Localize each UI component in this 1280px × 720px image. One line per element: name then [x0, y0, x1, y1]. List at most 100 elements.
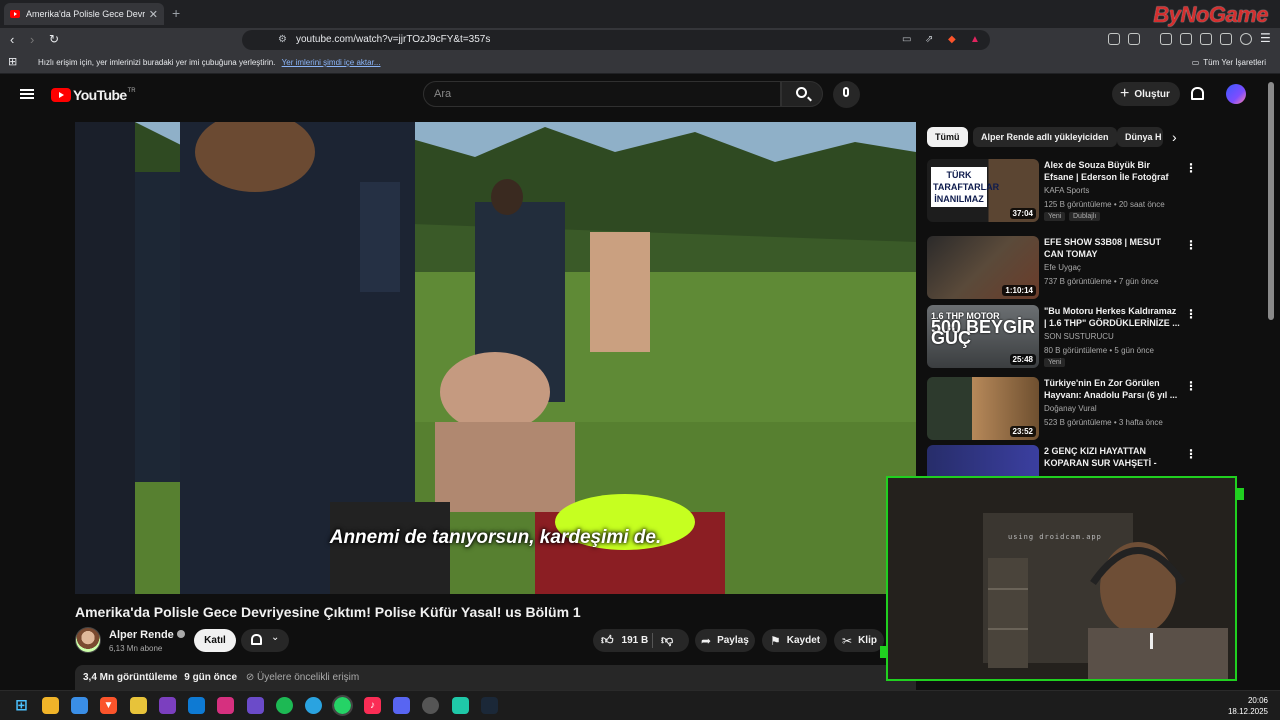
vscode-icon[interactable]	[188, 697, 205, 714]
url-text[interactable]: youtube.com/watch?v=jjrTOzJ9cFY&t=357s	[296, 34, 490, 45]
voice-search-button[interactable]	[833, 81, 860, 108]
clip-button[interactable]: ✂ Klip	[834, 629, 884, 652]
whatsapp-icon[interactable]	[332, 695, 353, 716]
music-icon[interactable]: ♪	[364, 697, 381, 714]
share-page-icon[interactable]: ⇗	[925, 34, 933, 45]
search-button[interactable]	[781, 81, 823, 107]
back-icon[interactable]: ‹	[10, 32, 14, 47]
webcam-overlay[interactable]: using droidcam.app	[886, 476, 1237, 681]
video-frame	[75, 122, 916, 594]
brave-shield-icon[interactable]: ◆	[948, 34, 956, 45]
tab-close-icon[interactable]: ✕	[149, 8, 158, 21]
chip-world[interactable]: Dünya H	[1117, 127, 1163, 147]
new-tab-button[interactable]: +	[172, 5, 180, 21]
media-icon[interactable]	[1160, 33, 1172, 45]
share-button[interactable]: ➦ Paylaş	[695, 629, 755, 652]
feather-app-icon[interactable]	[247, 697, 264, 714]
video-player[interactable]: Annemi de tanıyorsun, kardeşimi de.	[75, 122, 916, 594]
video-thumbnail[interactable]: 1.6 THP MOTOR 500 BEYGİR GÜÇ 25:48	[927, 305, 1039, 368]
chevron-right-icon[interactable]: ›	[1172, 129, 1177, 145]
sidebar-icon[interactable]	[1180, 33, 1192, 45]
apps-grid-icon[interactable]: ⊞	[8, 55, 17, 68]
recommendation-channel[interactable]: Doğanay Vural	[1044, 404, 1097, 413]
steam-icon[interactable]	[481, 697, 498, 714]
chip-all[interactable]: Tümü	[927, 127, 968, 147]
search-box[interactable]	[423, 81, 781, 107]
windows-start-icon[interactable]: ⊞	[13, 697, 30, 714]
more-options-icon[interactable]: ⋮	[1185, 307, 1197, 321]
channel-avatar[interactable]	[75, 627, 101, 653]
brave-rewards-icon[interactable]: ▲	[970, 34, 980, 45]
extensions-icon[interactable]	[1108, 33, 1120, 45]
forward-icon[interactable]: ›	[30, 32, 34, 47]
cast-icon[interactable]: ▭	[902, 34, 911, 45]
recommendation-title[interactable]: Alex de Souza Büyük Bir Efsane | Ederson…	[1044, 159, 1180, 183]
members-early-access: ⊘ Üyelere öncelikli erişim	[245, 672, 360, 683]
channel-name[interactable]: Alper Rende	[109, 629, 185, 641]
telegram-icon[interactable]	[305, 697, 322, 714]
scissors-icon: ✂	[842, 633, 853, 648]
visual-studio-icon[interactable]	[159, 697, 176, 714]
recommendation-item[interactable]: 1.6 THP MOTOR 500 BEYGİR GÜÇ 25:48 "Bu M…	[927, 305, 1197, 371]
ai-assistant-icon[interactable]	[1220, 33, 1232, 45]
recommendation-title[interactable]: EFE SHOW S3B08 | MESUT CAN TOMAY	[1044, 236, 1180, 260]
resize-handle[interactable]	[880, 646, 887, 658]
reload-icon[interactable]: ↻	[49, 32, 59, 46]
more-options-icon[interactable]: ⋮	[1185, 161, 1197, 175]
browser-menu-icon[interactable]: ☰	[1260, 31, 1271, 45]
site-info-icon[interactable]: ⚙	[278, 34, 287, 45]
video-thumbnail[interactable]: 1:10:14	[927, 236, 1039, 299]
photos-icon[interactable]	[71, 697, 88, 714]
save-label: Kaydet	[786, 635, 821, 646]
notifications-bell-icon[interactable]	[1191, 87, 1204, 100]
recommendation-meta: 523 B görüntüleme • 3 hafta önce	[1044, 418, 1163, 427]
create-button[interactable]: + Oluştur	[1112, 82, 1180, 106]
wallet-icon[interactable]	[1128, 33, 1140, 45]
system-clock[interactable]: 20:06 18.12.2025	[1228, 695, 1268, 717]
search-input[interactable]	[434, 88, 764, 100]
maps-icon[interactable]	[422, 697, 439, 714]
search-icon	[796, 87, 807, 98]
subscription-bell-button[interactable]: ⌄	[241, 629, 289, 652]
more-options-icon[interactable]: ⋮	[1185, 447, 1197, 461]
recommendation-title[interactable]: 2 GENÇ KIZI HAYATTAN KOPARAN SUR VAHŞETİ…	[1044, 445, 1180, 469]
resize-handle[interactable]	[1237, 488, 1244, 500]
spotify-icon[interactable]	[276, 697, 293, 714]
reading-list-icon[interactable]	[1200, 33, 1212, 45]
recommendation-title[interactable]: Türkiye'nin En Zor Görülen Hayvanı: Anad…	[1044, 377, 1180, 401]
recommendation-item[interactable]: 1:10:14 EFE SHOW S3B08 | MESUT CAN TOMAY…	[927, 236, 1197, 302]
discord-icon[interactable]	[393, 697, 410, 714]
more-options-icon[interactable]: ⋮	[1185, 379, 1197, 393]
page-scrollbar[interactable]	[1268, 82, 1274, 320]
like-button[interactable]: 👍︎ 191 B	[593, 633, 653, 648]
save-button[interactable]: ⚑ Kaydet	[762, 629, 827, 652]
all-bookmarks-button[interactable]: ▭ Tüm Yer İşaretleri	[1192, 58, 1266, 67]
recommendation-item[interactable]: TÜRK TARAFTARLAR İNANILMAZ 37:04 Alex de…	[927, 159, 1197, 225]
youtube-logo[interactable]: YouTube TR	[51, 87, 136, 103]
import-bookmarks-link[interactable]: Yer imlerini şimdi içe aktar...	[282, 58, 381, 67]
description-box[interactable]: 3,4 Mn görüntüleme 9 gün önce ⊘ Üyelere …	[75, 665, 916, 690]
chip-from-uploader[interactable]: Alper Rende adlı yükleyiciden	[973, 127, 1117, 147]
more-options-icon[interactable]: ⋮	[1185, 238, 1197, 252]
recommendation-item[interactable]: 23:52 Türkiye'nin En Zor Görülen Hayvanı…	[927, 377, 1197, 443]
hamburger-menu-icon[interactable]	[20, 89, 34, 99]
subscriber-count: 6,13 Mn abone	[109, 644, 163, 653]
file-explorer-icon[interactable]	[42, 697, 59, 714]
video-thumbnail[interactable]: 23:52	[927, 377, 1039, 440]
thumbs-down-icon: 👎︎	[661, 633, 674, 647]
address-bar[interactable]: ⚙ youtube.com/watch?v=jjrTOzJ9cFY&t=357s…	[242, 30, 990, 50]
recommendation-channel[interactable]: Efe Uygaç	[1044, 263, 1081, 272]
join-button[interactable]: Katıl	[194, 629, 236, 652]
recommendation-channel[interactable]: SON SUSTURUCU	[1044, 332, 1114, 341]
browser-tab-active[interactable]: Amerika'da Polisle Gece Devriyes ✕	[4, 3, 164, 25]
video-thumbnail[interactable]: TÜRK TARAFTARLAR İNANILMAZ 37:04	[927, 159, 1039, 222]
brave-browser-icon[interactable]: ▼	[100, 697, 117, 714]
recommendation-channel[interactable]: KAFA Sports	[1044, 186, 1089, 195]
dislike-button[interactable]: 👎︎	[661, 633, 673, 648]
app-icon[interactable]	[452, 697, 469, 714]
instagram-icon[interactable]	[217, 697, 234, 714]
user-avatar[interactable]	[1226, 84, 1246, 104]
recommendation-title[interactable]: "Bu Motoru Herkes Kaldıramaz | 1.6 THP" …	[1044, 305, 1180, 329]
notes-app-icon[interactable]	[130, 697, 147, 714]
vpn-shield-icon[interactable]	[1240, 33, 1252, 45]
